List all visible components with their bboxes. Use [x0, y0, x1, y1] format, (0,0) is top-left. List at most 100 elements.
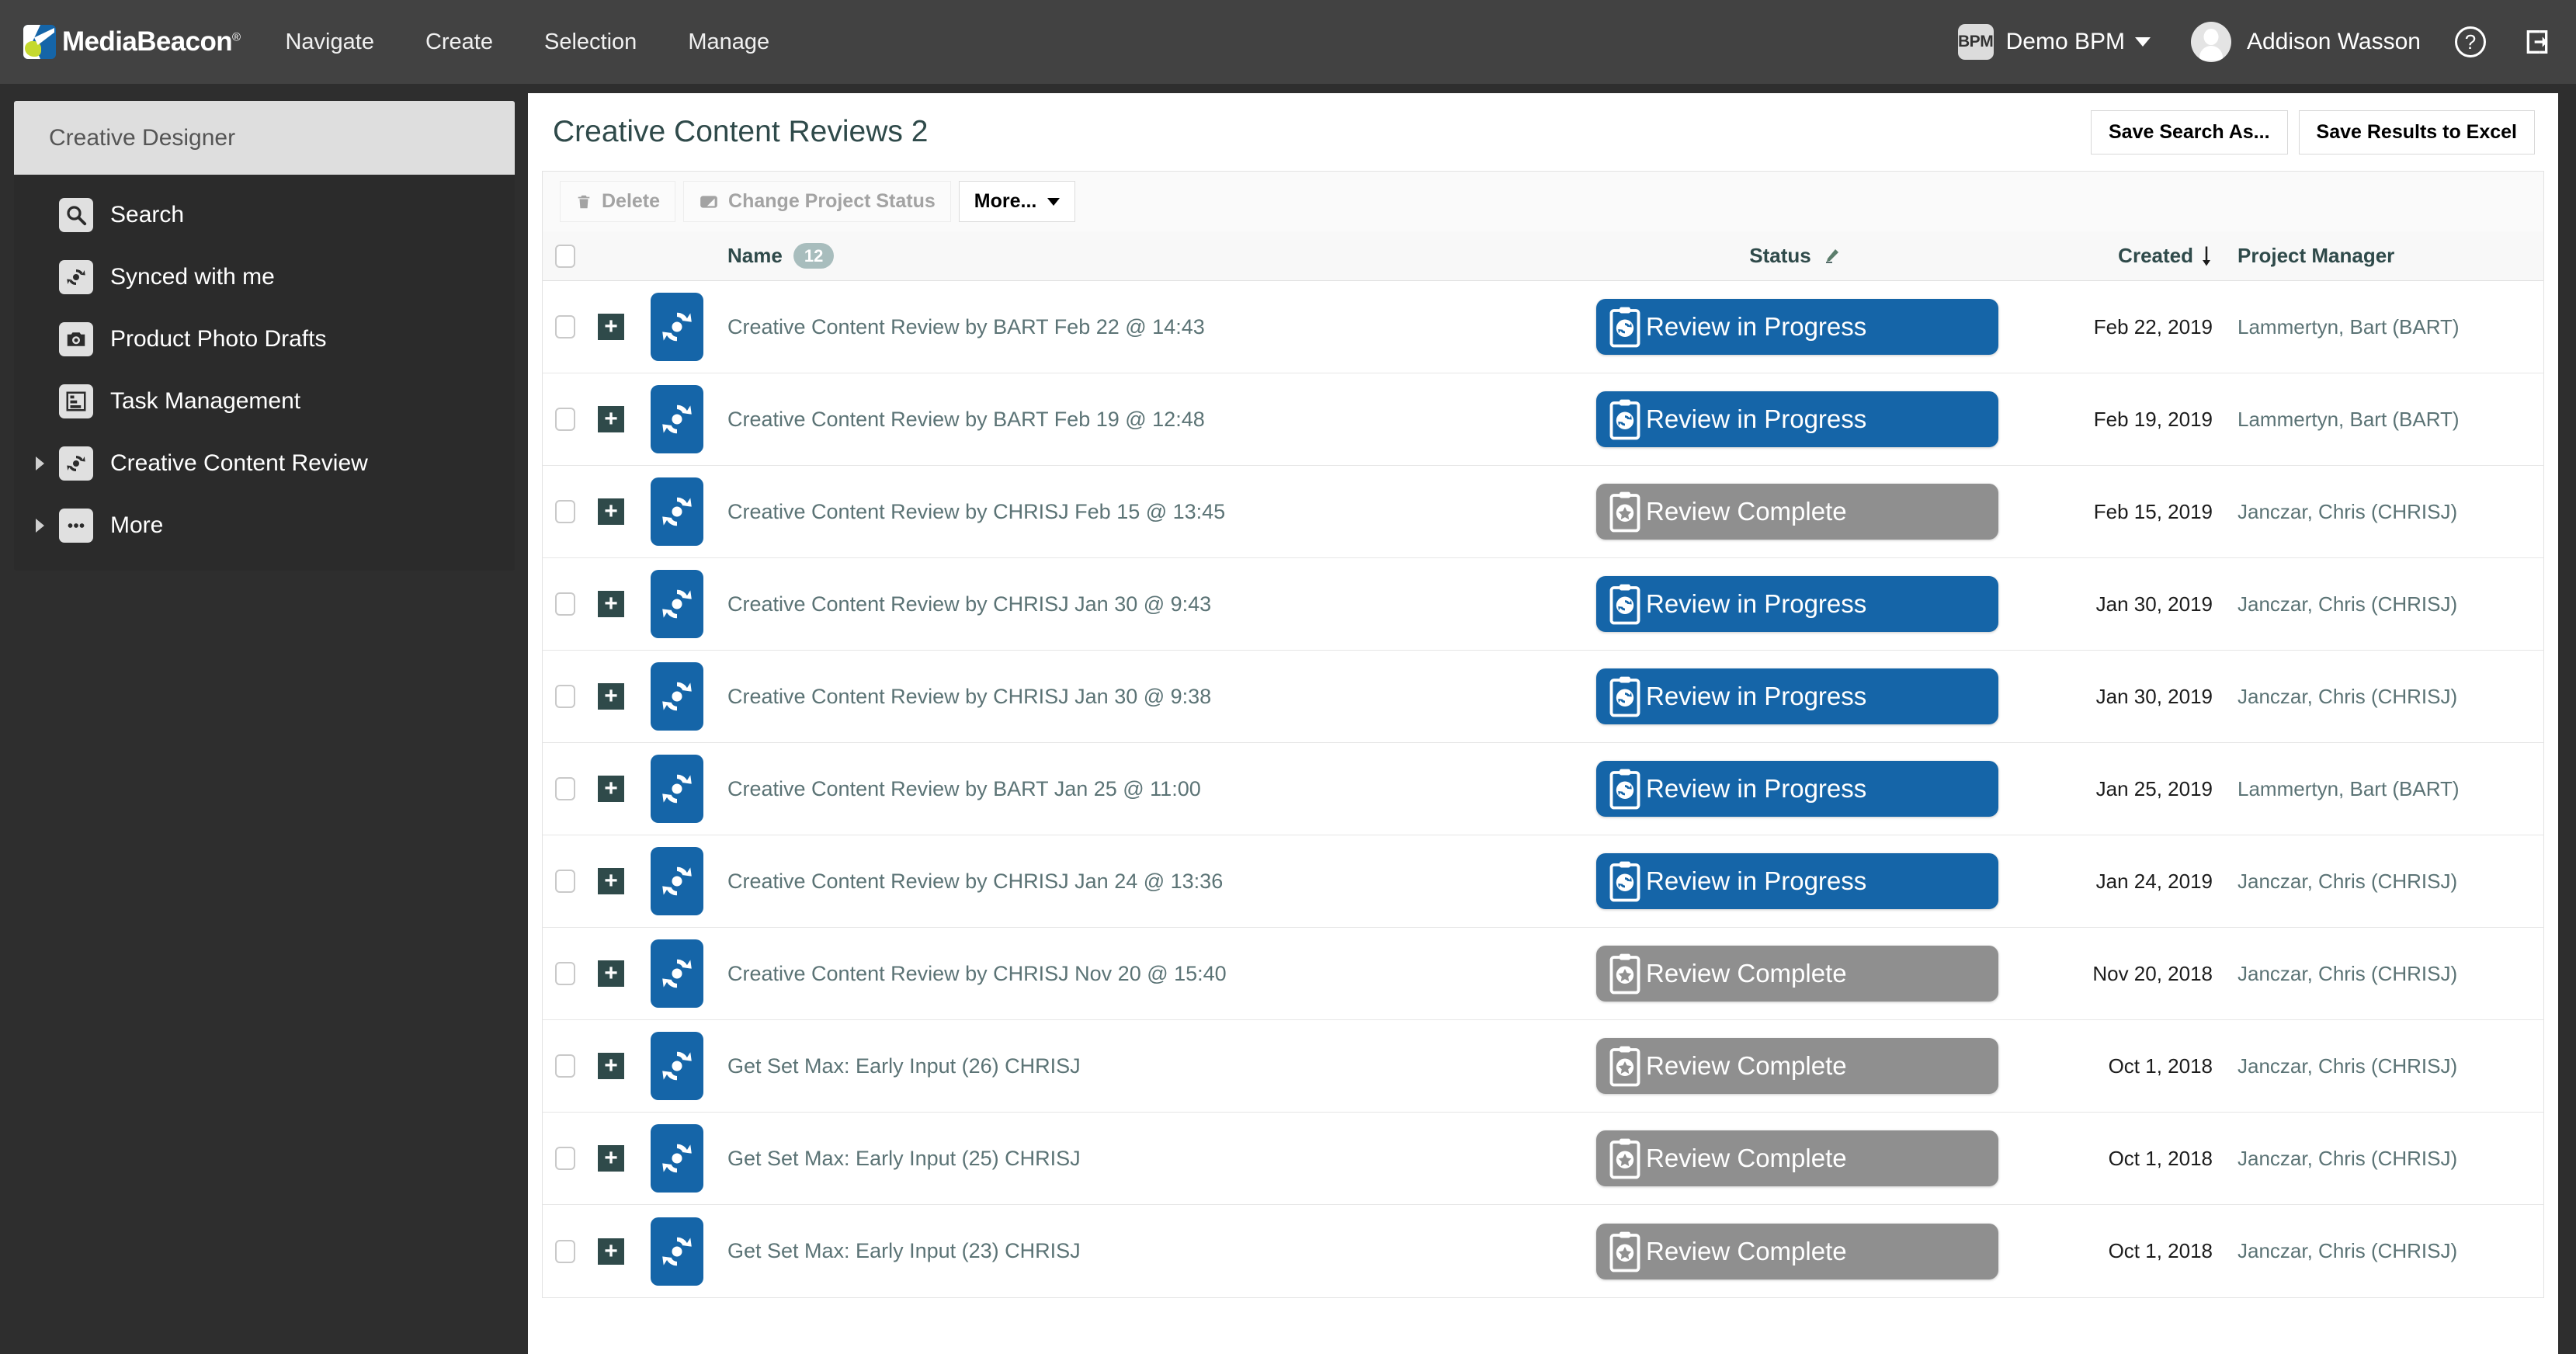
project-manager-link[interactable]: Janczar, Chris (CHRISJ) [2238, 1239, 2457, 1262]
chevron-down-icon[interactable] [2134, 37, 2151, 47]
project-manager-link[interactable]: Janczar, Chris (CHRISJ) [2238, 1147, 2457, 1170]
row-checkbox[interactable] [555, 962, 575, 985]
expand-row-button[interactable]: + [598, 1238, 624, 1265]
expand-row-button[interactable]: + [598, 1145, 624, 1172]
save-search-as-button[interactable]: Save Search As... [2090, 109, 2288, 154]
project-manager-link[interactable]: Janczar, Chris (CHRISJ) [2238, 500, 2457, 523]
project-manager-link[interactable]: Janczar, Chris (CHRISJ) [2238, 592, 2457, 616]
project-manager-link[interactable]: Janczar, Chris (CHRISJ) [2238, 685, 2457, 708]
table-row[interactable]: + Get Set Max: Early Input (23) CHRISJ Rev… [543, 1205, 2543, 1297]
table-row[interactable]: + Creative Content Review by CHRISJ Jan 3… [543, 651, 2543, 743]
save-results-to-excel-button[interactable]: Save Results to Excel [2298, 109, 2535, 154]
brand-logo[interactable]: MediaBeacon® [23, 25, 241, 59]
table-row[interactable]: + Creative Content Review by BART Jan 25 … [543, 743, 2543, 835]
sync-icon [662, 1237, 692, 1265]
project-manager-link[interactable]: Janczar, Chris (CHRISJ) [2238, 1054, 2457, 1078]
menu-item-manage[interactable]: Manage [688, 30, 769, 55]
project-name-link[interactable]: Creative Content Review by CHRISJ Nov 20… [727, 962, 1227, 985]
table-row[interactable]: + Creative Content Review by BART Feb 22 … [543, 281, 2543, 373]
delete-button[interactable]: Delete [560, 181, 676, 222]
row-checkbox[interactable] [555, 408, 575, 431]
project-name-link[interactable]: Get Set Max: Early Input (26) CHRISJ [727, 1054, 1081, 1078]
expand-row-button[interactable]: + [598, 406, 624, 432]
status-badge[interactable]: Review Complete [1596, 946, 1998, 1002]
column-header-name[interactable]: Name 12 [720, 242, 1596, 269]
logout-button[interactable] [2520, 25, 2554, 59]
menu-item-navigate[interactable]: Navigate [285, 30, 373, 55]
row-checkbox[interactable] [555, 1147, 575, 1170]
column-header-status[interactable]: Status [1596, 244, 2031, 268]
table-row[interactable]: + Creative Content Review by CHRISJ Nov 2… [543, 928, 2543, 1020]
vertical-scrollbar[interactable] [2558, 93, 2576, 1354]
expand-row-button[interactable]: + [598, 868, 624, 894]
project-name-link[interactable]: Get Set Max: Early Input (23) CHRISJ [727, 1239, 1081, 1262]
table-row[interactable]: + Get Set Max: Early Input (26) CHRISJ Rev… [543, 1020, 2543, 1113]
table-row[interactable]: + Creative Content Review by CHRISJ Jan 2… [543, 835, 2543, 928]
expand-row-button[interactable]: + [598, 498, 624, 525]
column-header-created[interactable]: Created [2031, 244, 2225, 268]
sidebar-item-search[interactable]: Search [14, 184, 515, 246]
row-checkbox[interactable] [555, 777, 575, 800]
user-name[interactable]: Addison Wasson [2247, 29, 2421, 55]
table-row[interactable]: + Get Set Max: Early Input (25) CHRISJ Rev… [543, 1113, 2543, 1205]
project-manager-link[interactable]: Lammertyn, Bart (BART) [2238, 777, 2460, 800]
status-badge[interactable]: Review Complete [1596, 1038, 1998, 1094]
sidebar-item-product-photo-drafts[interactable]: Product Photo Drafts [14, 308, 515, 370]
select-all-checkbox[interactable] [555, 244, 575, 268]
project-name-link[interactable]: Creative Content Review by BART Jan 25 @… [727, 777, 1201, 800]
row-checkbox[interactable] [555, 1054, 575, 1078]
menu-item-selection[interactable]: Selection [544, 30, 637, 55]
status-badge[interactable]: Review in Progress [1596, 299, 1998, 355]
column-header-name-label: Name [727, 243, 783, 267]
expand-row-button[interactable]: + [598, 960, 624, 987]
status-badge[interactable]: Review Complete [1596, 1130, 1998, 1186]
status-badge[interactable]: Review in Progress [1596, 853, 1998, 909]
project-name-link[interactable]: Get Set Max: Early Input (25) CHRISJ [727, 1147, 1081, 1170]
project-name-link[interactable]: Creative Content Review by CHRISJ Jan 30… [727, 592, 1211, 616]
table-row[interactable]: + Creative Content Review by BART Feb 19 … [543, 373, 2543, 466]
project-name-link[interactable]: Creative Content Review by CHRISJ Jan 24… [727, 870, 1223, 893]
expand-row-button[interactable]: + [598, 591, 624, 617]
project-manager-link[interactable]: Janczar, Chris (CHRISJ) [2238, 962, 2457, 985]
sidebar-item-more[interactable]: More [14, 495, 515, 557]
row-checkbox[interactable] [555, 500, 575, 523]
status-badge[interactable]: Review in Progress [1596, 668, 1998, 724]
row-checkbox[interactable] [555, 685, 575, 708]
more-menu-button[interactable]: More... [958, 181, 1076, 222]
chevron-right-icon[interactable] [36, 457, 54, 470]
project-manager-link[interactable]: Lammertyn, Bart (BART) [2238, 315, 2460, 338]
row-checkbox[interactable] [555, 870, 575, 893]
row-checkbox[interactable] [555, 315, 575, 338]
pencil-edit-icon[interactable] [1822, 247, 1841, 266]
sidebar-item-synced-with-me[interactable]: Synced with me [14, 246, 515, 308]
row-checkbox[interactable] [555, 592, 575, 616]
table-row[interactable]: + Creative Content Review by CHRISJ Jan 3… [543, 558, 2543, 651]
status-badge[interactable]: Review in Progress [1596, 391, 1998, 447]
menu-item-create[interactable]: Create [425, 30, 493, 55]
status-badge[interactable]: Review Complete [1596, 1223, 1998, 1279]
project-manager-link[interactable]: Lammertyn, Bart (BART) [2238, 408, 2460, 431]
help-button[interactable]: ? [2453, 25, 2487, 59]
row-checkbox[interactable] [555, 1239, 575, 1263]
avatar[interactable] [2190, 22, 2231, 62]
project-name-link[interactable]: Creative Content Review by CHRISJ Feb 15… [727, 500, 1225, 523]
table-row[interactable]: + Creative Content Review by CHRISJ Feb 1… [543, 466, 2543, 558]
status-badge[interactable]: Review in Progress [1596, 576, 1998, 632]
expand-row-button[interactable]: + [598, 314, 624, 340]
project-manager-link[interactable]: Janczar, Chris (CHRISJ) [2238, 870, 2457, 893]
sidebar-item-task-management[interactable]: Task Management [14, 370, 515, 432]
expand-row-button[interactable]: + [598, 683, 624, 710]
main-content-panel: Creative Content Reviews 2 Save Search A… [528, 93, 2558, 1354]
workspace-label[interactable]: Demo BPM [2006, 29, 2125, 55]
expand-row-button[interactable]: + [598, 776, 624, 802]
sidebar-item-creative-content-review[interactable]: Creative Content Review [14, 432, 515, 495]
project-name-link[interactable]: Creative Content Review by BART Feb 22 @… [727, 315, 1205, 338]
project-name-link[interactable]: Creative Content Review by BART Feb 19 @… [727, 408, 1205, 431]
status-badge[interactable]: Review Complete [1596, 484, 1998, 540]
change-project-status-button[interactable]: Change Project Status [683, 181, 951, 222]
chevron-right-icon[interactable] [36, 519, 54, 533]
status-badge[interactable]: Review in Progress [1596, 761, 1998, 817]
expand-row-button[interactable]: + [598, 1053, 624, 1079]
project-name-link[interactable]: Creative Content Review by CHRISJ Jan 30… [727, 685, 1211, 708]
column-header-project-manager[interactable]: Project Manager [2225, 244, 2543, 268]
